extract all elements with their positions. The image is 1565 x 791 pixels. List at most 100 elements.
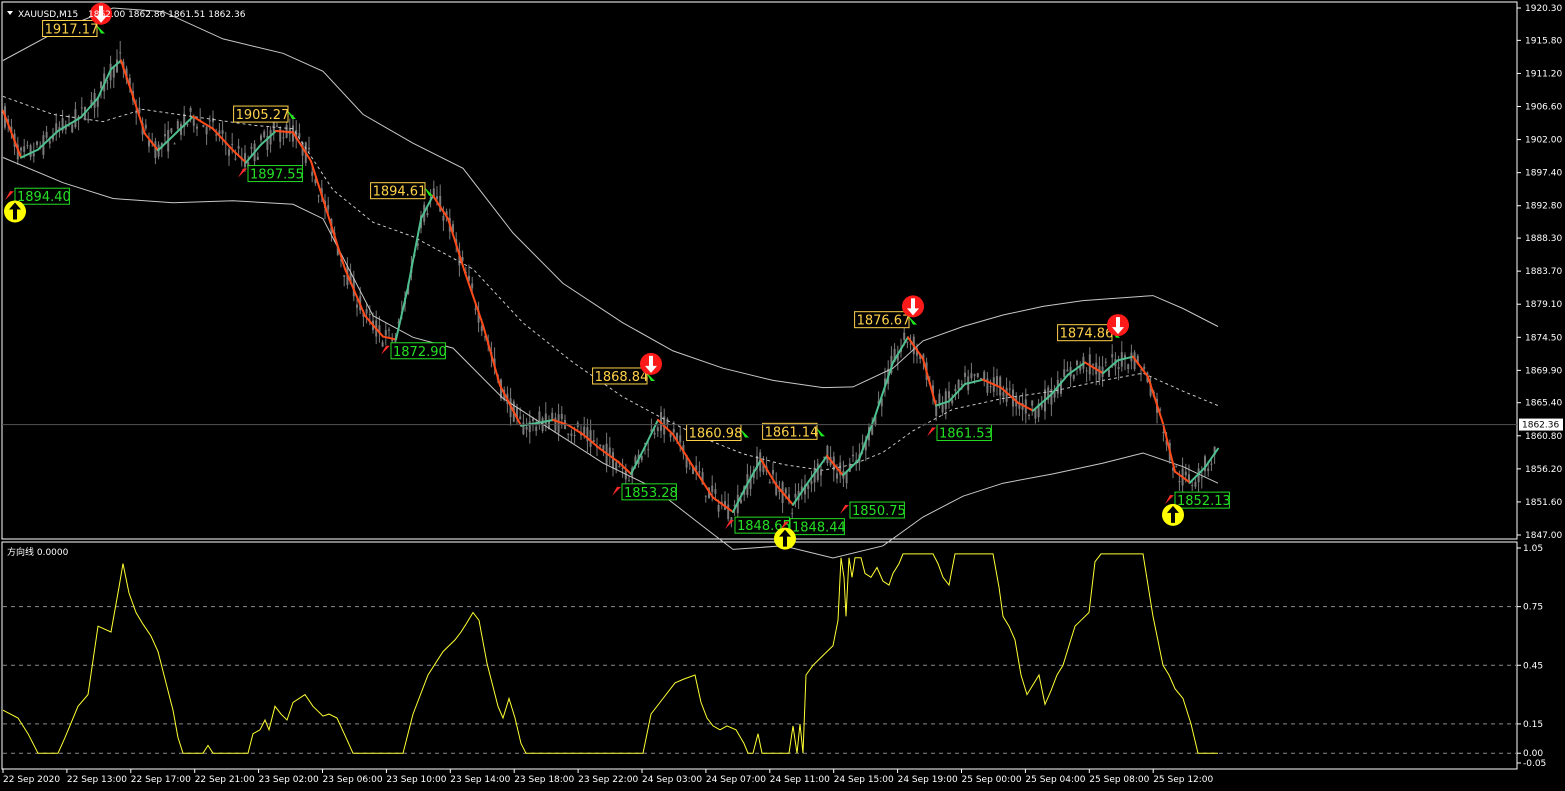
- candle-body: [602, 445, 605, 450]
- candle-body: [1076, 360, 1078, 366]
- swing-low-label: 1897.55: [250, 168, 304, 183]
- price-tick-label: 1860.80: [1525, 432, 1562, 442]
- candle-body: [311, 171, 314, 176]
- time-tick-label: 24 Sep 03:00: [642, 775, 702, 785]
- candle-body: [1210, 463, 1213, 465]
- price-tick-label: 1865.40: [1525, 399, 1562, 409]
- candle-body: [74, 109, 77, 128]
- candle-body: [381, 342, 384, 347]
- candle-body: [426, 213, 429, 216]
- candle-body: [791, 513, 794, 515]
- candle-body: [621, 467, 624, 469]
- candle-body: [221, 130, 224, 134]
- candle-body: [196, 126, 198, 129]
- candle-body: [717, 504, 720, 512]
- swing-low-label: 1894.40: [17, 190, 71, 205]
- candle-body: [618, 465, 621, 468]
- candle-body: [48, 140, 51, 144]
- candle-body: [189, 107, 192, 112]
- candle-body: [317, 195, 320, 197]
- candle-body: [173, 143, 176, 145]
- price-tick-label: 1874.50: [1525, 333, 1562, 343]
- trading-chart[interactable]: 1917.17 1905.27 1894.61 1868.84 1860.98 1861.…: [0, 0, 1565, 791]
- candle-body: [436, 196, 438, 199]
- candle-body: [909, 343, 912, 345]
- candle-body: [983, 371, 986, 380]
- candle-body: [208, 120, 211, 122]
- candle-body: [1008, 388, 1011, 390]
- price-tick-label: 1856.20: [1525, 465, 1562, 475]
- candle-body: [1092, 364, 1094, 366]
- candle-body: [740, 499, 742, 503]
- candle-body: [1072, 374, 1075, 379]
- candle-body: [45, 131, 48, 138]
- candle-body: [544, 413, 547, 426]
- candle-body: [116, 59, 118, 73]
- candle-body: [970, 373, 973, 379]
- candle-body: [471, 283, 474, 288]
- candle-body: [1162, 431, 1165, 433]
- candle-body: [666, 418, 669, 425]
- candle-body: [528, 421, 531, 433]
- candle-body: [1127, 364, 1130, 369]
- swing-low-label: 1852.13: [1177, 494, 1231, 509]
- swing-high-label: 1905.27: [236, 108, 290, 123]
- oscillator-tick-label: 0.45: [1523, 661, 1543, 671]
- oscillator-title: 方向线 0.0000: [7, 546, 69, 558]
- time-tick-label: 25 Sep 08:00: [1089, 775, 1149, 785]
- candle-body: [1066, 369, 1069, 372]
- candle-body: [442, 216, 445, 221]
- oscillator-tick-label: 0.15: [1523, 720, 1543, 730]
- candle-body: [32, 153, 35, 157]
- candle-body: [388, 329, 390, 331]
- swing-low-label: 1853.28: [624, 486, 678, 501]
- time-tick-label: 23 Sep 14:00: [450, 775, 510, 785]
- candle-body: [535, 426, 538, 431]
- candle-body: [826, 445, 829, 464]
- candle-body: [1108, 369, 1110, 377]
- candle-body: [1175, 465, 1178, 467]
- price-tick-label: 1847.00: [1525, 531, 1562, 541]
- candle-body: [768, 481, 771, 484]
- candle-body: [343, 275, 346, 277]
- current-price-label: 1862.36: [1522, 421, 1559, 431]
- candle-body: [704, 495, 707, 497]
- candle-body: [980, 378, 982, 380]
- time-tick-label: 24 Sep 15:00: [834, 775, 894, 785]
- swing-high-label: 1917.17: [45, 23, 99, 38]
- swing-high-label: 1876.67: [857, 314, 911, 329]
- candle-body: [1191, 484, 1194, 486]
- time-tick-label: 25 Sep 04:00: [1025, 775, 1085, 785]
- price-tick-label: 1851.60: [1525, 498, 1562, 508]
- candle-body: [282, 137, 285, 139]
- candle-body: [698, 471, 701, 473]
- candle-body: [973, 374, 976, 376]
- oscillator-tick-label: -0.05: [1523, 759, 1546, 769]
- candle-body: [164, 134, 166, 137]
- candle-body: [1002, 392, 1005, 397]
- candle-body: [1143, 366, 1146, 369]
- candle-body: [260, 135, 262, 141]
- price-tick-label: 1906.60: [1525, 102, 1562, 112]
- candle-body: [557, 414, 560, 433]
- time-tick-label: 25 Sep 12:00: [1153, 775, 1213, 785]
- candle-body: [976, 373, 979, 378]
- time-tick-label: 23 Sep 06:00: [323, 775, 383, 785]
- candle-body: [119, 52, 122, 54]
- candle-body: [551, 412, 554, 420]
- candle-body: [807, 485, 810, 490]
- symbol-header: XAUUSD,M15: [18, 10, 78, 20]
- candle-body: [794, 493, 797, 498]
- swing-high-label: 1860.98: [689, 426, 743, 441]
- time-tick-label: 23 Sep 10:00: [386, 775, 446, 785]
- candle-body: [106, 82, 109, 84]
- candle-body: [647, 449, 650, 451]
- candle-body: [80, 107, 83, 109]
- time-tick-label: 22 Sep 2020: [3, 775, 60, 785]
- candle-body: [672, 428, 675, 433]
- swing-high-label: 1861.14: [765, 425, 819, 440]
- candle-body: [1117, 366, 1120, 369]
- candle-body: [1207, 468, 1210, 472]
- candle-body: [964, 372, 966, 377]
- candle-body: [144, 124, 147, 129]
